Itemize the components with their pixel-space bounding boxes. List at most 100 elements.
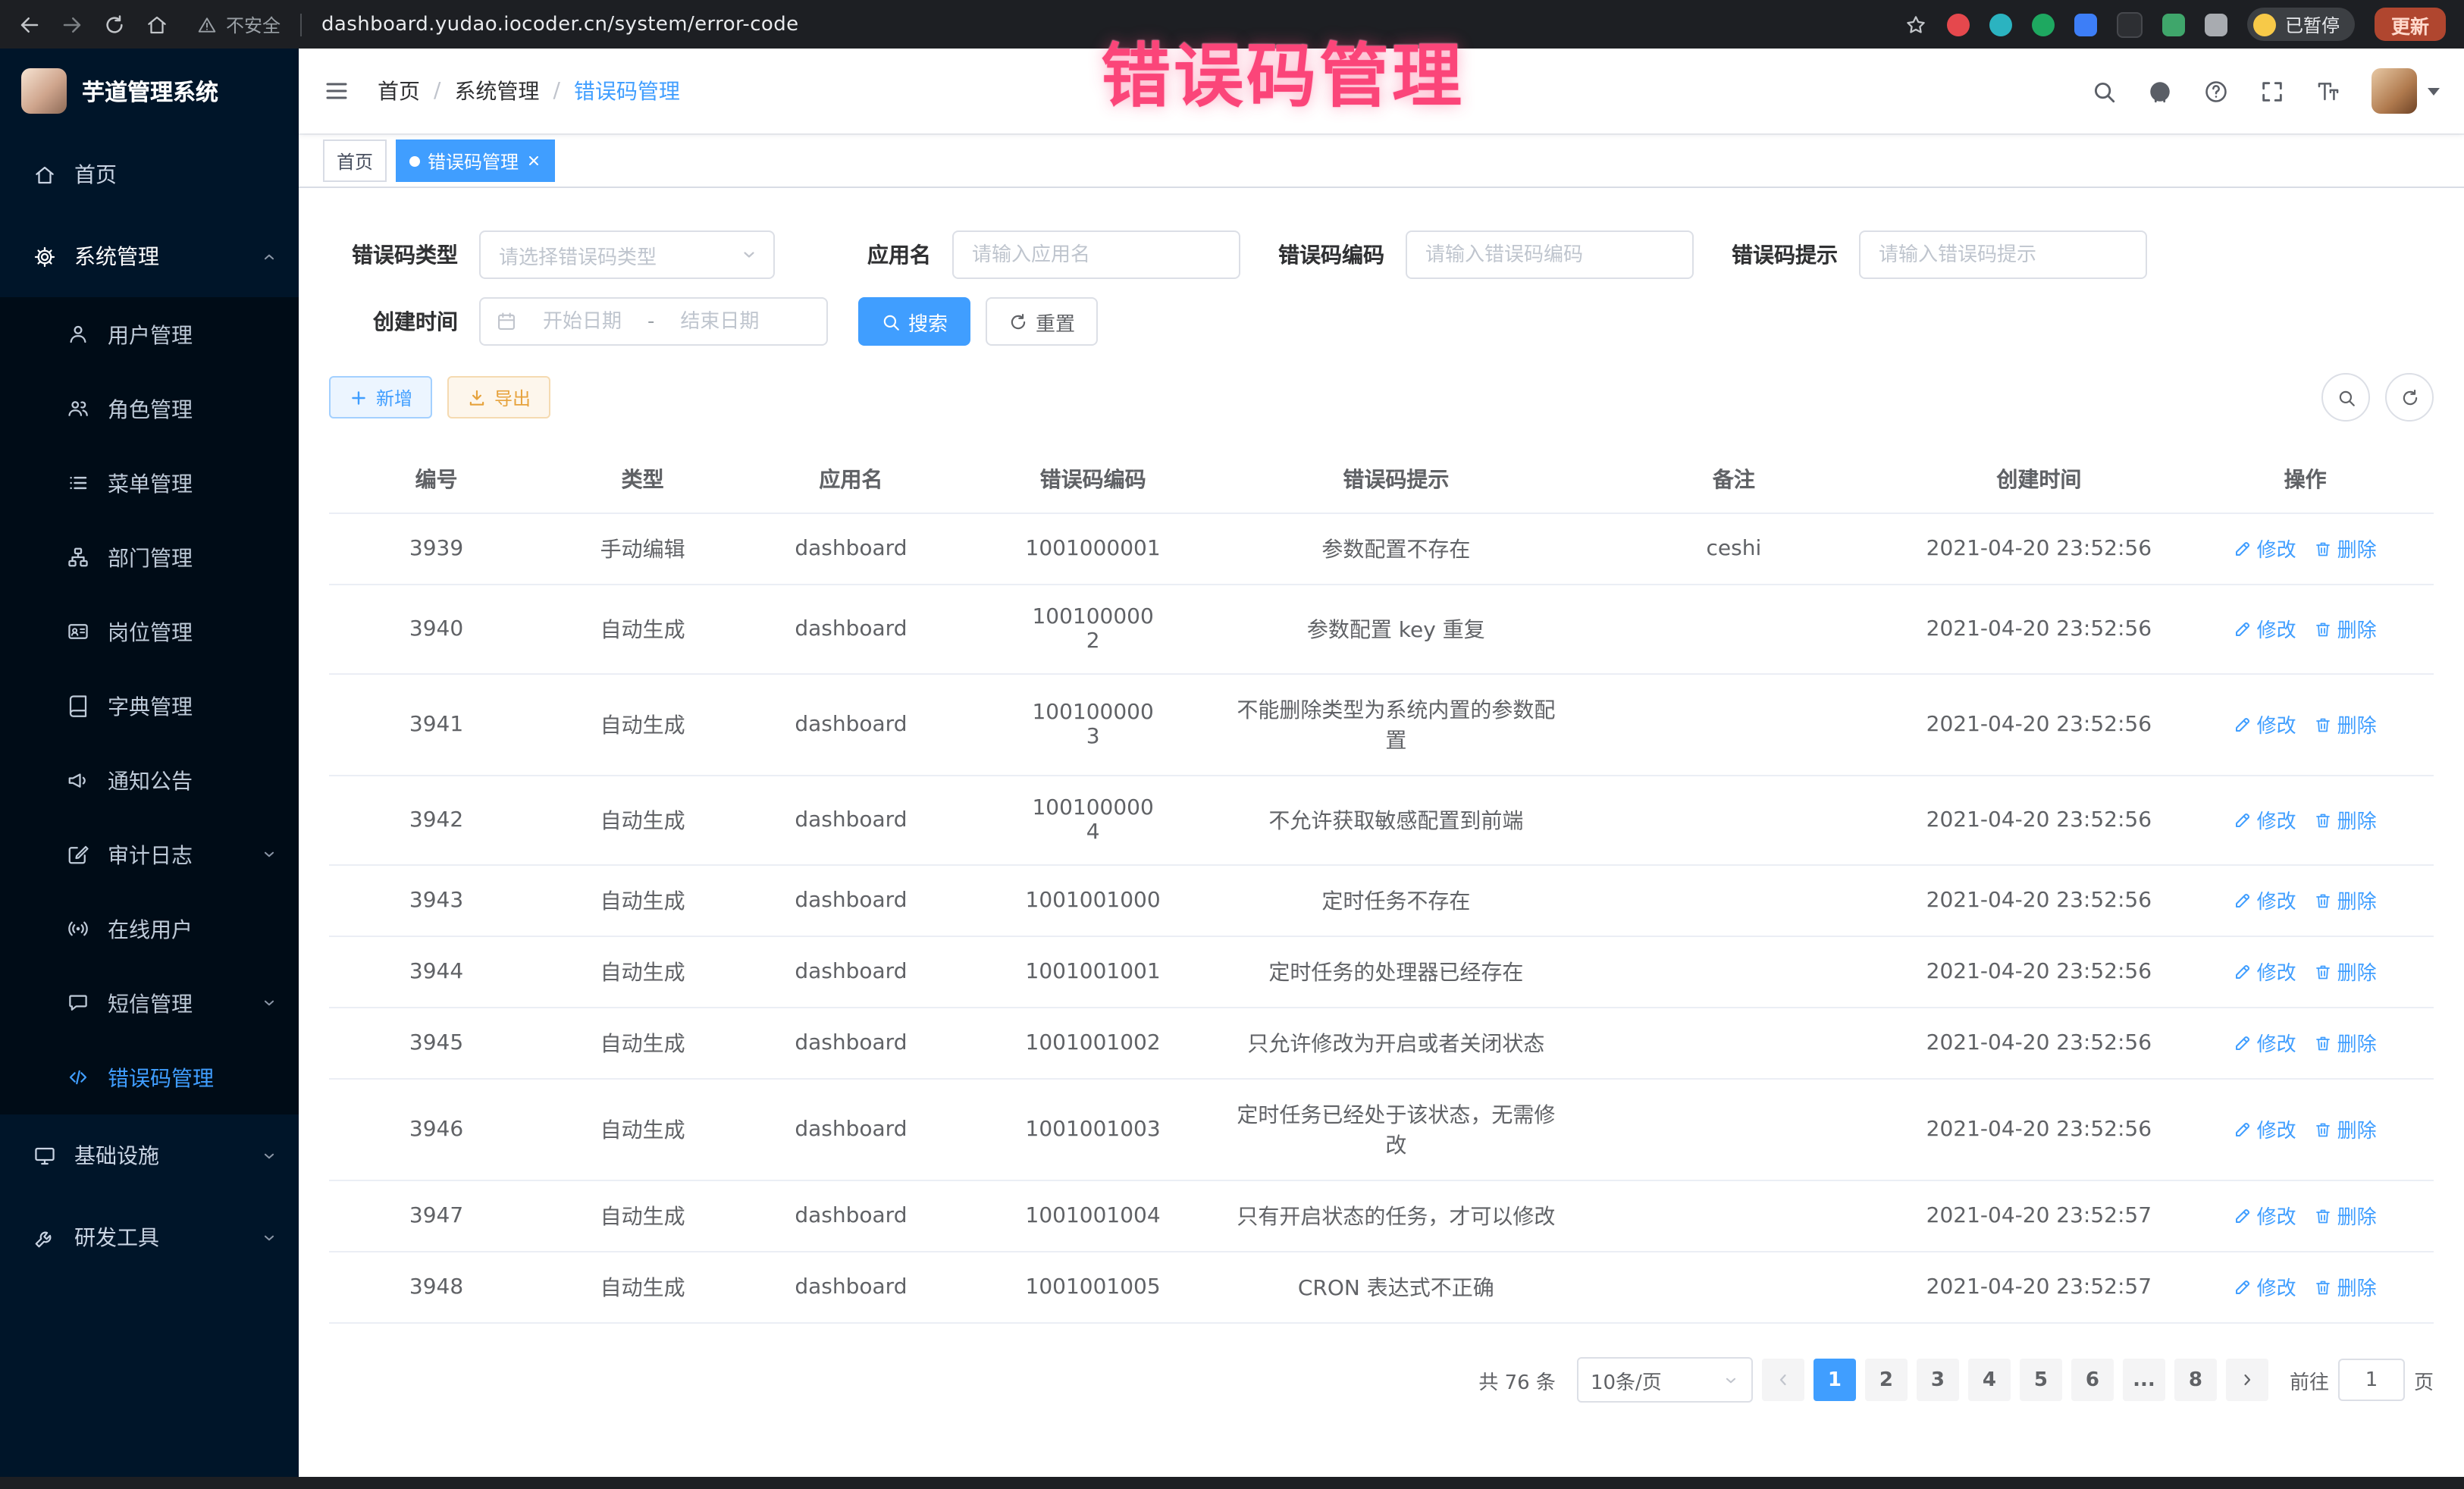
- delete-link[interactable]: 删除: [2315, 615, 2377, 644]
- delete-link[interactable]: 删除: [2315, 958, 2377, 986]
- edit-icon: [2234, 1121, 2252, 1139]
- delete-link[interactable]: 删除: [2315, 1029, 2377, 1058]
- help-icon[interactable]: [2203, 78, 2229, 104]
- tab-home[interactable]: 首页: [323, 139, 387, 182]
- address-url[interactable]: dashboard.yudao.iocoder.cn/system/error-…: [321, 13, 799, 36]
- search-icon[interactable]: [2091, 78, 2117, 104]
- signal-icon: [67, 917, 89, 940]
- edit-link[interactable]: 修改: [2234, 958, 2296, 986]
- sidebar-item-infrastructure[interactable]: 基础设施: [0, 1114, 299, 1196]
- start-date-input[interactable]: [526, 310, 638, 333]
- sidebar-item-sms[interactable]: 短信管理: [0, 966, 299, 1040]
- refresh-icon: [2400, 387, 2419, 407]
- edit-link[interactable]: 修改: [2234, 710, 2296, 739]
- delete-link[interactable]: 删除: [2315, 534, 2377, 563]
- security-indicator[interactable]: 不安全: [197, 11, 281, 37]
- cell-remark: [1566, 585, 1901, 674]
- sidebar-item-menus[interactable]: 菜单管理: [0, 446, 299, 520]
- browser-reload-icon[interactable]: [103, 13, 126, 36]
- goto-page-input[interactable]: [2338, 1359, 2405, 1401]
- github-icon[interactable]: [2147, 78, 2173, 104]
- fullscreen-icon[interactable]: [2259, 78, 2285, 104]
- delete-link[interactable]: 删除: [2315, 710, 2377, 739]
- next-page-button[interactable]: [2226, 1359, 2268, 1401]
- prev-page-button[interactable]: [1762, 1359, 1804, 1401]
- sidebar-item-dev-tools[interactable]: 研发工具: [0, 1196, 299, 1278]
- cell-create-time: 2021-04-20 23:52:56: [1901, 1008, 2177, 1079]
- edit-link[interactable]: 修改: [2234, 1115, 2296, 1144]
- browser-home-icon[interactable]: [146, 13, 168, 36]
- extension-icon-dark[interactable]: [2117, 11, 2143, 37]
- app-logo[interactable]: 芋道管理系统: [0, 49, 299, 133]
- delete-link[interactable]: 删除: [2315, 1115, 2377, 1144]
- page-button-3[interactable]: 3: [1917, 1359, 1959, 1401]
- wrench-icon: [33, 1226, 56, 1249]
- sidebar-item-departments[interactable]: 部门管理: [0, 520, 299, 594]
- edit-link[interactable]: 修改: [2234, 1029, 2296, 1058]
- cell-type: 自动生成: [544, 865, 741, 936]
- page-button-4[interactable]: 4: [1968, 1359, 2011, 1401]
- date-range-picker[interactable]: -: [479, 297, 828, 346]
- delete-link[interactable]: 删除: [2315, 806, 2377, 835]
- tab-error-codes[interactable]: 错误码管理: [396, 139, 555, 182]
- end-date-input[interactable]: [663, 310, 776, 333]
- sidebar-item-dictionary[interactable]: 字典管理: [0, 669, 299, 743]
- sidebar-item-audit-logs[interactable]: 审计日志: [0, 817, 299, 892]
- edit-link[interactable]: 修改: [2234, 615, 2296, 644]
- browser-back-icon[interactable]: [18, 13, 41, 36]
- reset-button[interactable]: 重置: [986, 297, 1098, 346]
- sidebar-item-roles[interactable]: 角色管理: [0, 371, 299, 446]
- browser-update-button[interactable]: 更新: [2375, 8, 2446, 41]
- audit-pencil-icon: [67, 843, 89, 866]
- extension-icon-red[interactable]: [1947, 13, 1970, 36]
- error-code-input[interactable]: [1406, 230, 1694, 279]
- page-button-1[interactable]: 1: [1814, 1359, 1856, 1401]
- font-size-icon[interactable]: [2315, 78, 2341, 104]
- export-button[interactable]: 导出: [447, 376, 550, 418]
- sidebar-item-online-users[interactable]: 在线用户: [0, 892, 299, 966]
- search-button[interactable]: 搜索: [858, 297, 970, 346]
- edit-link[interactable]: 修改: [2234, 1273, 2296, 1302]
- breadcrumb-system[interactable]: 系统管理: [454, 76, 539, 106]
- sidebar-item-announcements[interactable]: 通知公告: [0, 743, 299, 817]
- edit-link[interactable]: 修改: [2234, 886, 2296, 915]
- close-icon[interactable]: [526, 153, 541, 168]
- delete-link[interactable]: 删除: [2315, 1202, 2377, 1230]
- page-button-8[interactable]: 8: [2174, 1359, 2217, 1401]
- delete-link[interactable]: 删除: [2315, 886, 2377, 915]
- sidebar-item-error-codes[interactable]: 错误码管理: [0, 1040, 299, 1114]
- edit-link[interactable]: 修改: [2234, 806, 2296, 835]
- edit-link[interactable]: 修改: [2234, 534, 2296, 563]
- browser-forward-icon[interactable]: [61, 13, 83, 36]
- error-type-select[interactable]: 请选择错误码类型: [479, 230, 775, 279]
- user-menu[interactable]: [2372, 68, 2440, 114]
- delete-link[interactable]: 删除: [2315, 1273, 2377, 1302]
- hamburger-icon[interactable]: [323, 77, 350, 105]
- extension-icon-green2[interactable]: [2162, 13, 2185, 36]
- extension-icon-teal[interactable]: [1989, 13, 2012, 36]
- extension-icon-blue[interactable]: [2074, 13, 2097, 36]
- more-pages-button[interactable]: ...: [2123, 1359, 2165, 1401]
- puzzle-extensions-icon[interactable]: [2205, 13, 2227, 36]
- page-size-select[interactable]: 10条/页: [1577, 1357, 1753, 1403]
- delete-icon: [2315, 1034, 2333, 1052]
- refresh-table-button[interactable]: [2385, 373, 2434, 422]
- col-code: 错误码编码: [961, 446, 1226, 513]
- sidebar-item-users[interactable]: 用户管理: [0, 297, 299, 371]
- error-message-input[interactable]: [1859, 230, 2147, 279]
- cell-remark: [1566, 865, 1901, 936]
- page-button-2[interactable]: 2: [1865, 1359, 1908, 1401]
- toggle-search-button[interactable]: [2321, 373, 2370, 422]
- paused-badge[interactable]: 已暂停: [2247, 8, 2355, 41]
- breadcrumb-home[interactable]: 首页: [378, 76, 420, 106]
- edit-link[interactable]: 修改: [2234, 1202, 2296, 1230]
- app-name-input[interactable]: [952, 230, 1240, 279]
- sidebar-item-positions[interactable]: 岗位管理: [0, 594, 299, 669]
- extension-icon-green[interactable]: [2032, 13, 2055, 36]
- page-button-6[interactable]: 6: [2071, 1359, 2114, 1401]
- sidebar-item-system[interactable]: 系统管理: [0, 215, 299, 297]
- sidebar-item-home[interactable]: 首页: [0, 133, 299, 215]
- page-button-5[interactable]: 5: [2020, 1359, 2062, 1401]
- add-button[interactable]: 新增: [329, 376, 432, 418]
- bookmark-star-icon[interactable]: [1904, 13, 1927, 36]
